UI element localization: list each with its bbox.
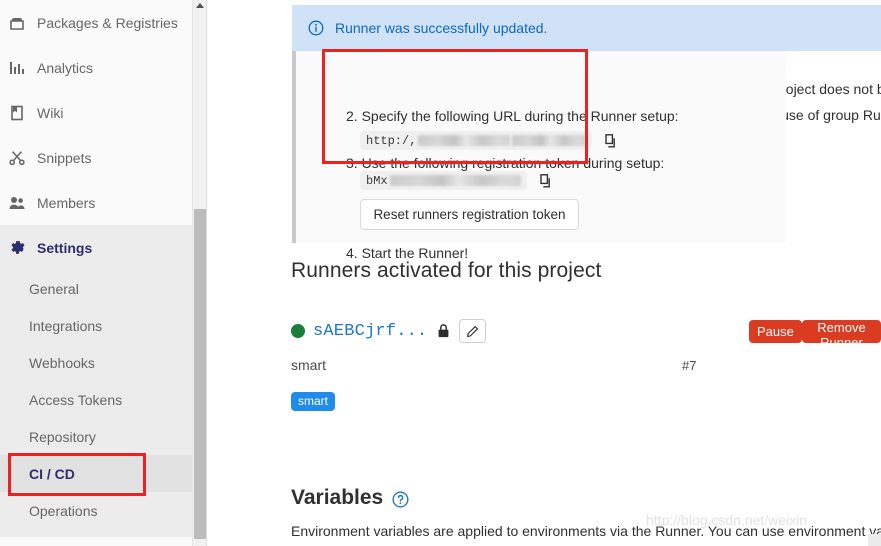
- redacted-url: [418, 135, 511, 146]
- sidebar-subitem-label: Repository: [29, 428, 96, 445]
- sidebar-item-wiki[interactable]: Wiki: [0, 90, 192, 135]
- snippets-icon: [9, 150, 35, 166]
- setup-step-2-text: 2. Specify the following URL during the …: [346, 108, 679, 124]
- variables-heading-label: Variables: [291, 486, 384, 509]
- question-circle-icon[interactable]: [392, 490, 409, 508]
- sidebar-item-label: Packages & Registries: [37, 14, 178, 31]
- scroll-up-arrow-icon[interactable]: [196, 3, 204, 8]
- sidebar-subitem-webhooks[interactable]: Webhooks: [0, 344, 192, 381]
- main-content: Runner was successfully updated. This pr…: [208, 0, 881, 546]
- sidebar-subitem-repository[interactable]: Repository: [0, 418, 192, 455]
- sidebar-item-label: Wiki: [37, 104, 64, 121]
- settings-subnav: General Integrations Webhooks Access Tok…: [0, 270, 192, 537]
- members-icon: [9, 195, 35, 211]
- success-alert: Runner was successfully updated.: [292, 5, 881, 51]
- setup-step-3-text: 3. Use the following registration token …: [346, 155, 665, 171]
- sidebar-subitem-access-tokens[interactable]: Access Tokens: [0, 381, 192, 418]
- runner-url-prefix: http:/,: [366, 133, 417, 148]
- runner-id-label: #7: [682, 358, 697, 373]
- redacted-token: [389, 175, 521, 186]
- sidebar-subitem-general[interactable]: General: [0, 270, 192, 307]
- alert-message: Runner was successfully updated.: [335, 20, 548, 36]
- analytics-icon: [9, 60, 35, 76]
- remove-runner-button[interactable]: Remove Runner: [802, 320, 881, 350]
- runner-status-dot-icon: [291, 324, 305, 338]
- runner-tag-badge[interactable]: smart: [291, 392, 335, 411]
- sidebar-item-label: Snippets: [37, 149, 92, 166]
- sidebar-item-label: Members: [37, 194, 96, 211]
- project-sidebar: Packages & Registries Analytics Wiki Sni…: [0, 0, 193, 546]
- sidebar-subitem-integrations[interactable]: Integrations: [0, 307, 192, 344]
- gear-icon: [9, 240, 35, 256]
- sidebar-subitem-label: CI / CD: [29, 465, 75, 482]
- sidebar-subitem-operations[interactable]: Operations: [0, 492, 192, 529]
- lock-icon: [437, 323, 450, 339]
- variables-heading: Variables: [291, 486, 409, 510]
- sidebar-subitem-ci-cd[interactable]: CI / CD: [0, 455, 192, 492]
- sidebar-subitem-label: Integrations: [29, 317, 103, 334]
- info-circle-icon: [308, 20, 324, 36]
- runner-name-link[interactable]: sAEBCjrf...: [313, 322, 427, 341]
- copy-icon[interactable]: [538, 173, 552, 189]
- sidebar-subitem-label: Operations: [29, 502, 98, 519]
- runner-setup-panel: 2. Specify the following URL during the …: [292, 51, 786, 261]
- sidebar-scrollbar[interactable]: [193, 0, 207, 546]
- edit-runner-button[interactable]: [459, 319, 487, 343]
- runners-activated-heading: Runners activated for this project: [291, 259, 602, 282]
- sidebar-subitem-label: General: [29, 280, 79, 297]
- sidebar-item-label: Analytics: [37, 59, 94, 76]
- registration-token-row: bMx: [360, 171, 552, 190]
- scrollbar-thumb[interactable]: [194, 209, 206, 539]
- redacted-url-2: [512, 135, 587, 146]
- runner-url-row: http:/,: [360, 131, 617, 150]
- pause-runner-button[interactable]: Pause: [749, 320, 802, 343]
- sidebar-item-packages-registries[interactable]: Packages & Registries: [0, 0, 192, 45]
- sidebar-item-snippets[interactable]: Snippets: [0, 135, 192, 180]
- sidebar-item-label: Settings: [37, 239, 93, 256]
- runner-entry-row: sAEBCjrf...: [291, 319, 487, 343]
- registration-token-prefix: bMx: [366, 173, 388, 188]
- sidebar-subitem-label: Webhooks: [29, 354, 95, 371]
- wiki-icon: [9, 105, 35, 121]
- reset-runners-registration-token-button[interactable]: Reset runners registration token: [360, 199, 579, 230]
- runner-description: smart: [291, 357, 326, 373]
- copy-icon[interactable]: [603, 133, 617, 149]
- variables-description: Environment variables are applied to env…: [291, 523, 881, 539]
- sidebar-subitem-label: Access Tokens: [29, 391, 123, 408]
- runner-url-value[interactable]: http:/,: [360, 131, 593, 150]
- gitlab-ci-cd-settings-page: Packages & Registries Analytics Wiki Sni…: [0, 0, 881, 546]
- sidebar-item-members[interactable]: Members: [0, 180, 192, 225]
- sidebar-item-analytics[interactable]: Analytics: [0, 45, 192, 90]
- sidebar-item-settings[interactable]: Settings: [0, 225, 192, 270]
- registration-token-value[interactable]: bMx: [360, 171, 527, 190]
- package-icon: [9, 15, 35, 31]
